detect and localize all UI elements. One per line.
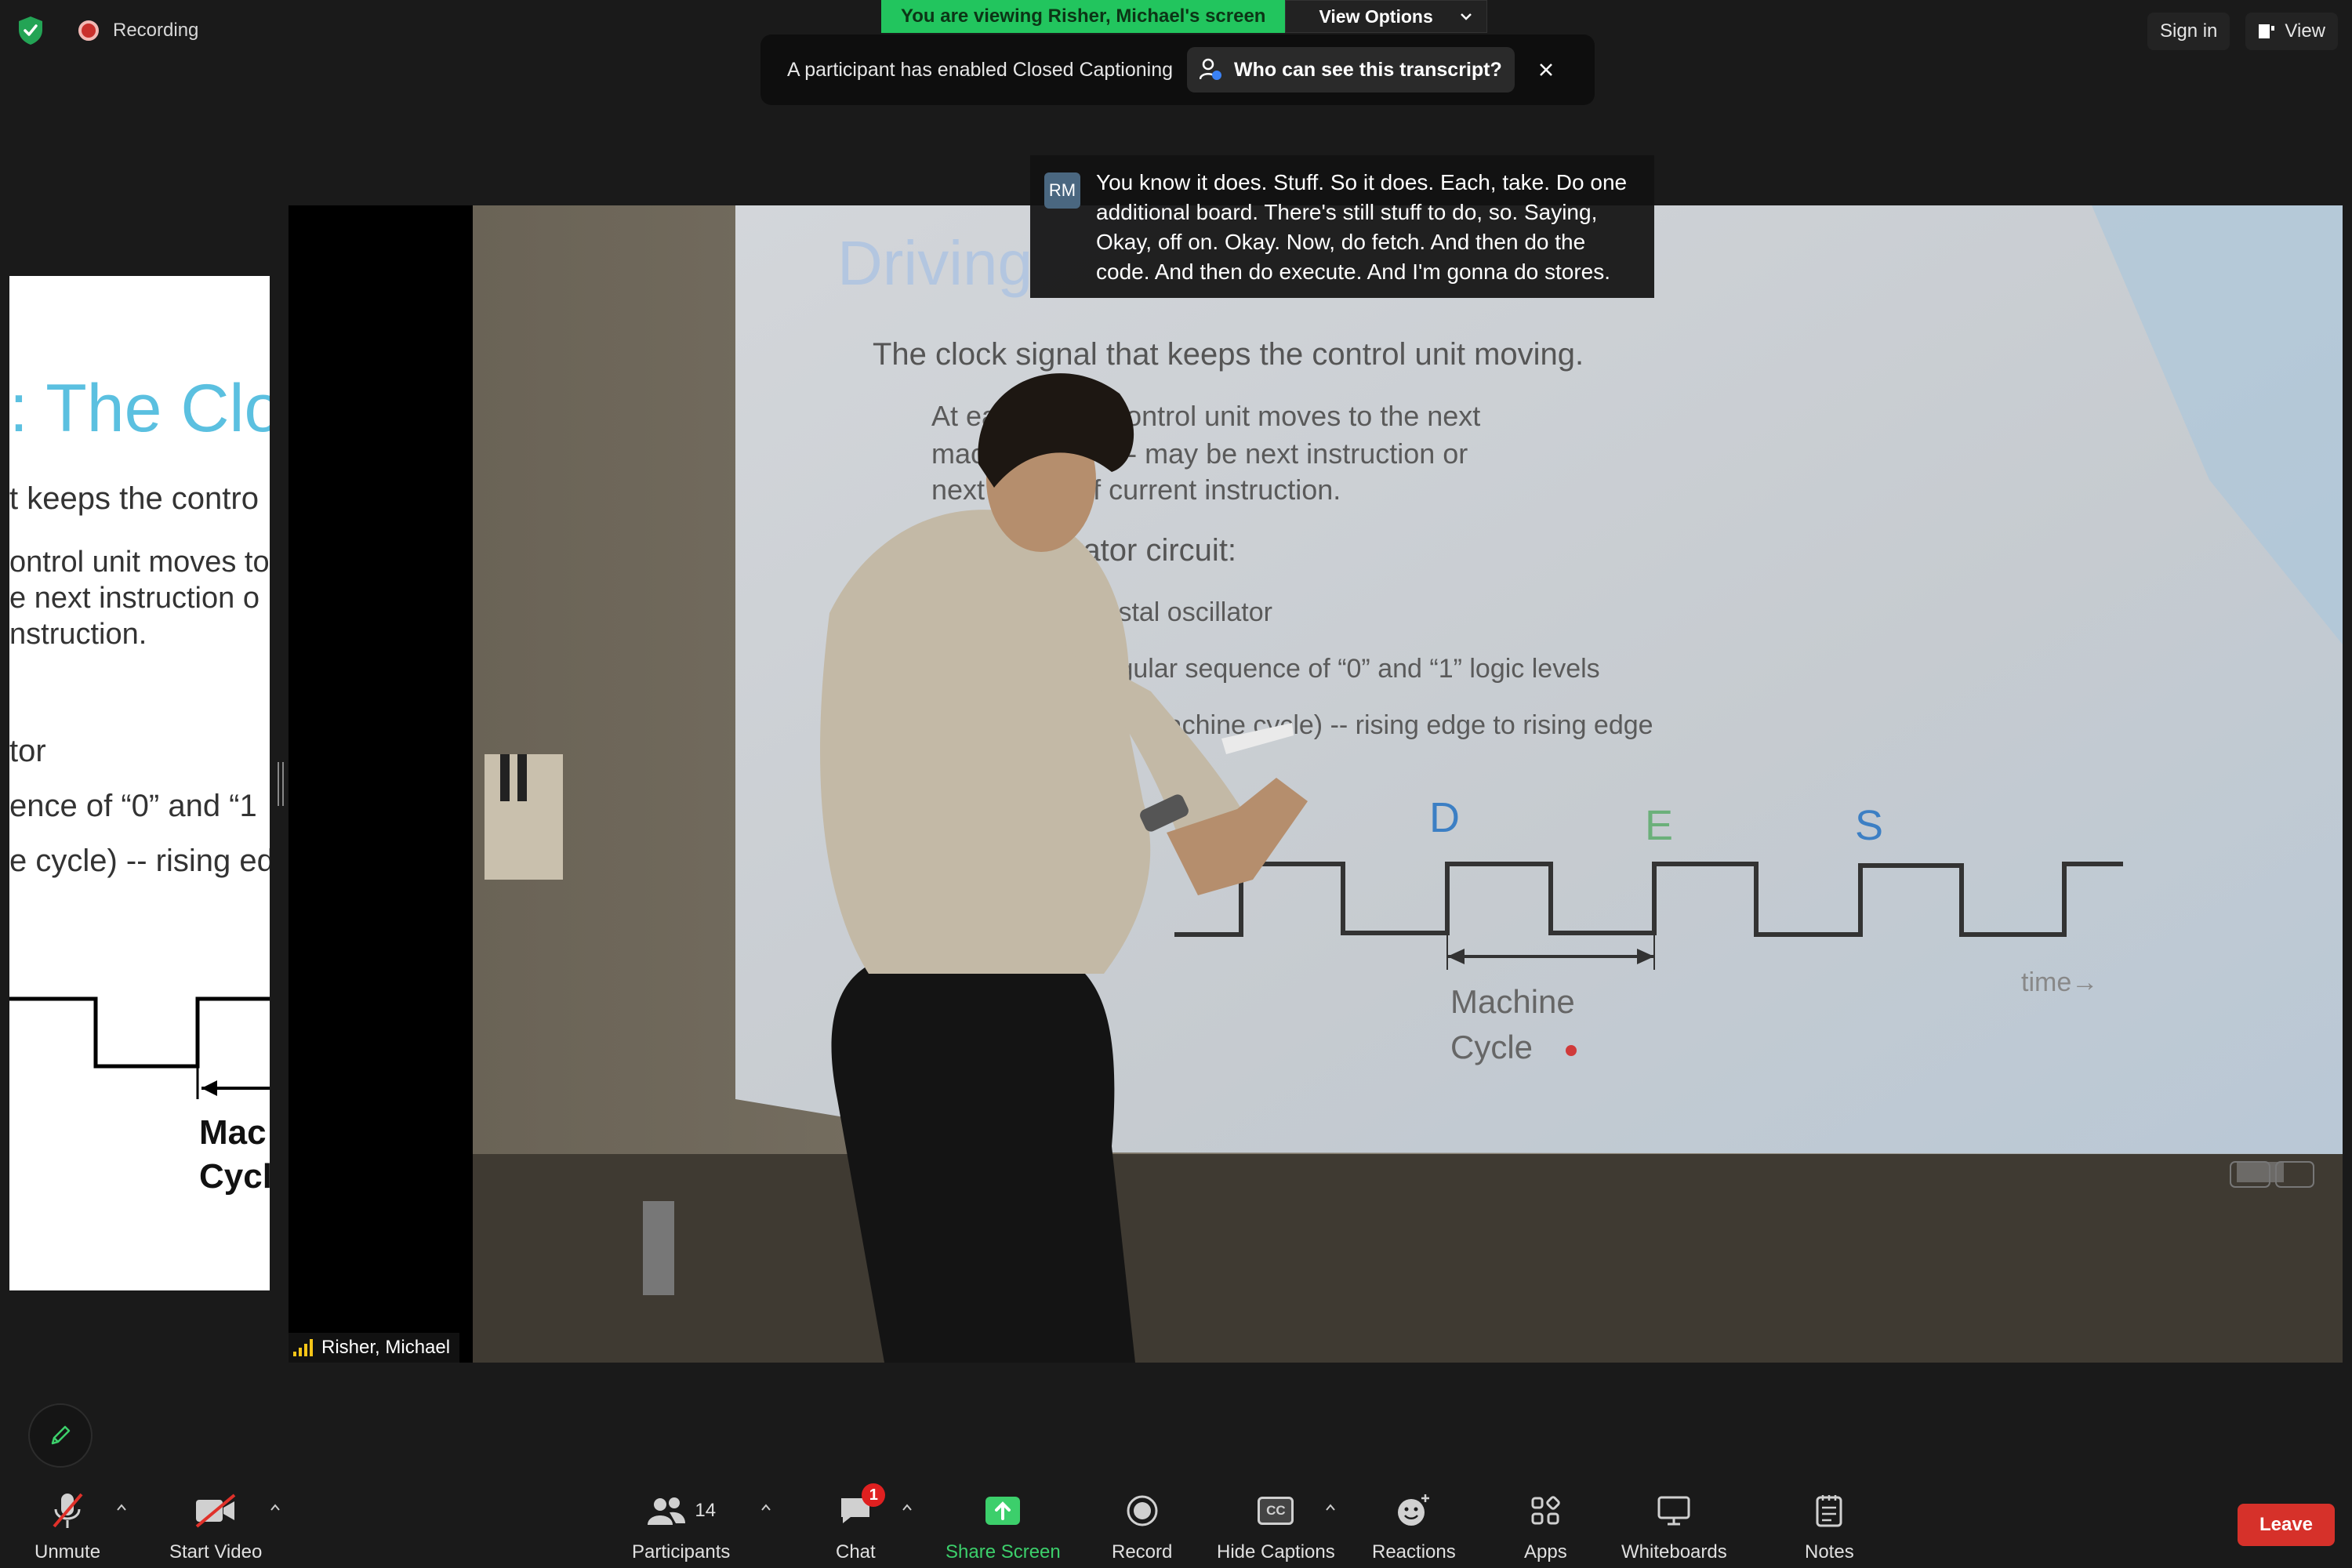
unmute-button[interactable]: Unmute <box>34 1490 100 1563</box>
record-icon-wrap <box>1126 1490 1159 1532</box>
reactions-button[interactable]: Reactions <box>1372 1490 1456 1563</box>
close-icon[interactable] <box>1537 60 1555 79</box>
annotate-button[interactable] <box>28 1403 93 1468</box>
participants-caret-icon[interactable] <box>760 1504 771 1512</box>
record-label: Record <box>1112 1541 1173 1563</box>
who-can-see-transcript-button[interactable]: Who can see this transcript? <box>1187 47 1515 93</box>
slide-machine-label: Mac <box>199 1113 267 1152</box>
viewing-banner: You are viewing Risher, Michael's screen… <box>881 0 1487 33</box>
whiteboards-label: Whiteboards <box>1621 1541 1727 1563</box>
chat-icon-wrap: 1 <box>838 1483 886 1532</box>
pencil-icon <box>51 1425 71 1445</box>
people-icon <box>648 1497 686 1525</box>
person-info-icon <box>1200 58 1222 80</box>
hide-captions-button[interactable]: CC Hide Captions <box>1217 1490 1335 1563</box>
notes-icon <box>1816 1495 1842 1527</box>
view-options-label: View Options <box>1319 5 1433 27</box>
caption-text: You know it does. Stuff. So it does. Eac… <box>1096 170 1628 284</box>
view-label: View <box>2285 20 2325 42</box>
apps-icon <box>1531 1496 1561 1525</box>
start-video-label: Start Video <box>169 1541 263 1563</box>
recording-label: Recording <box>113 20 199 41</box>
shield-check-icon[interactable] <box>17 16 44 45</box>
hide-captions-label: Hide Captions <box>1217 1541 1335 1563</box>
chevron-down-icon <box>1460 13 1472 20</box>
video-options-caret-icon[interactable] <box>270 1504 281 1512</box>
signal-strength-icon <box>293 1339 313 1356</box>
captions-icon: CC <box>1258 1490 1294 1532</box>
participants-button[interactable]: 14 Participants <box>632 1490 730 1563</box>
view-options-button[interactable]: View Options <box>1285 0 1487 33</box>
recording-indicator[interactable]: Recording <box>78 20 198 42</box>
chat-button[interactable]: 1 Chat <box>836 1483 886 1563</box>
slide-cycle-label: Cycle <box>199 1157 270 1196</box>
video-control-icon <box>2230 1161 2314 1188</box>
sign-in-label: Sign in <box>2160 20 2218 42</box>
meeting-toolbar: Unmute Start Video 14 Participants 1 Cha… <box>0 1474 2352 1568</box>
view-button[interactable]: View <box>2245 13 2338 50</box>
share-screen-icon-wrap <box>984 1490 1022 1532</box>
start-video-button[interactable]: Start Video <box>169 1490 262 1563</box>
whiteboards-icon-wrap <box>1657 1490 1691 1532</box>
participants-label: Participants <box>632 1541 731 1563</box>
smiley-plus-icon <box>1398 1494 1430 1526</box>
notes-icon-wrap <box>1815 1490 1843 1532</box>
cc-icon: CC <box>1258 1497 1294 1525</box>
unmute-label: Unmute <box>34 1541 101 1563</box>
panel-resize-handle[interactable] <box>278 762 284 806</box>
closed-captioning-banner: A participant has enabled Closed Caption… <box>760 34 1595 105</box>
participant-name-tag: Risher, Michael <box>289 1333 460 1363</box>
chat-unread-badge: 1 <box>862 1483 886 1507</box>
live-caption: RM You know it does. Stuff. So it does. … <box>1030 155 1654 298</box>
share-screen-icon <box>985 1497 1021 1525</box>
captions-caret-icon[interactable] <box>1325 1504 1336 1512</box>
notes-button[interactable]: Notes <box>1805 1490 1854 1563</box>
viewing-label: You are viewing Risher, Michael's screen <box>881 0 1286 33</box>
notes-label: Notes <box>1805 1541 1854 1563</box>
presenter-figure <box>820 373 1308 1363</box>
sign-in-button[interactable]: Sign in <box>2147 13 2230 50</box>
chat-label: Chat <box>836 1541 876 1563</box>
cc-banner-message: A participant has enabled Closed Caption… <box>787 58 1174 81</box>
speaker-avatar: RM <box>1044 172 1080 209</box>
main-video[interactable]: Driving The clock signal that keeps the … <box>289 205 2343 1363</box>
share-screen-label: Share Screen <box>946 1541 1061 1563</box>
who-can-see-label: Who can see this transcript? <box>1234 58 1502 81</box>
audio-options-caret-icon[interactable] <box>116 1504 127 1512</box>
apps-icon-wrap <box>1530 1490 1561 1532</box>
reactions-label: Reactions <box>1372 1541 1456 1563</box>
participant-count: 14 <box>695 1500 717 1521</box>
participant-name: Risher, Michael <box>321 1337 451 1358</box>
view-layout-icon <box>2259 24 2275 38</box>
muted-mic-icon <box>50 1490 85 1532</box>
video-off-icon <box>194 1490 238 1532</box>
whiteboards-button[interactable]: Whiteboards <box>1621 1490 1727 1563</box>
share-screen-button[interactable]: Share Screen <box>946 1490 1061 1563</box>
apps-button[interactable]: Apps <box>1524 1490 1567 1563</box>
whiteboard-icon <box>1657 1496 1690 1526</box>
chat-caret-icon[interactable] <box>902 1504 913 1512</box>
leave-button[interactable]: Leave <box>2238 1504 2335 1546</box>
reactions-icon-wrap <box>1396 1490 1432 1532</box>
apps-label: Apps <box>1524 1541 1567 1563</box>
recording-icon <box>78 20 99 41</box>
top-right-controls: Sign in View <box>2147 13 2338 50</box>
participants-icon-wrap: 14 <box>646 1490 716 1532</box>
top-left-status: Recording <box>17 16 198 45</box>
record-button[interactable]: Record <box>1112 1490 1172 1563</box>
shared-slide-thumbnail[interactable]: : The Clo t keeps the contro ontrol unit… <box>9 276 270 1290</box>
record-icon <box>1127 1495 1158 1526</box>
